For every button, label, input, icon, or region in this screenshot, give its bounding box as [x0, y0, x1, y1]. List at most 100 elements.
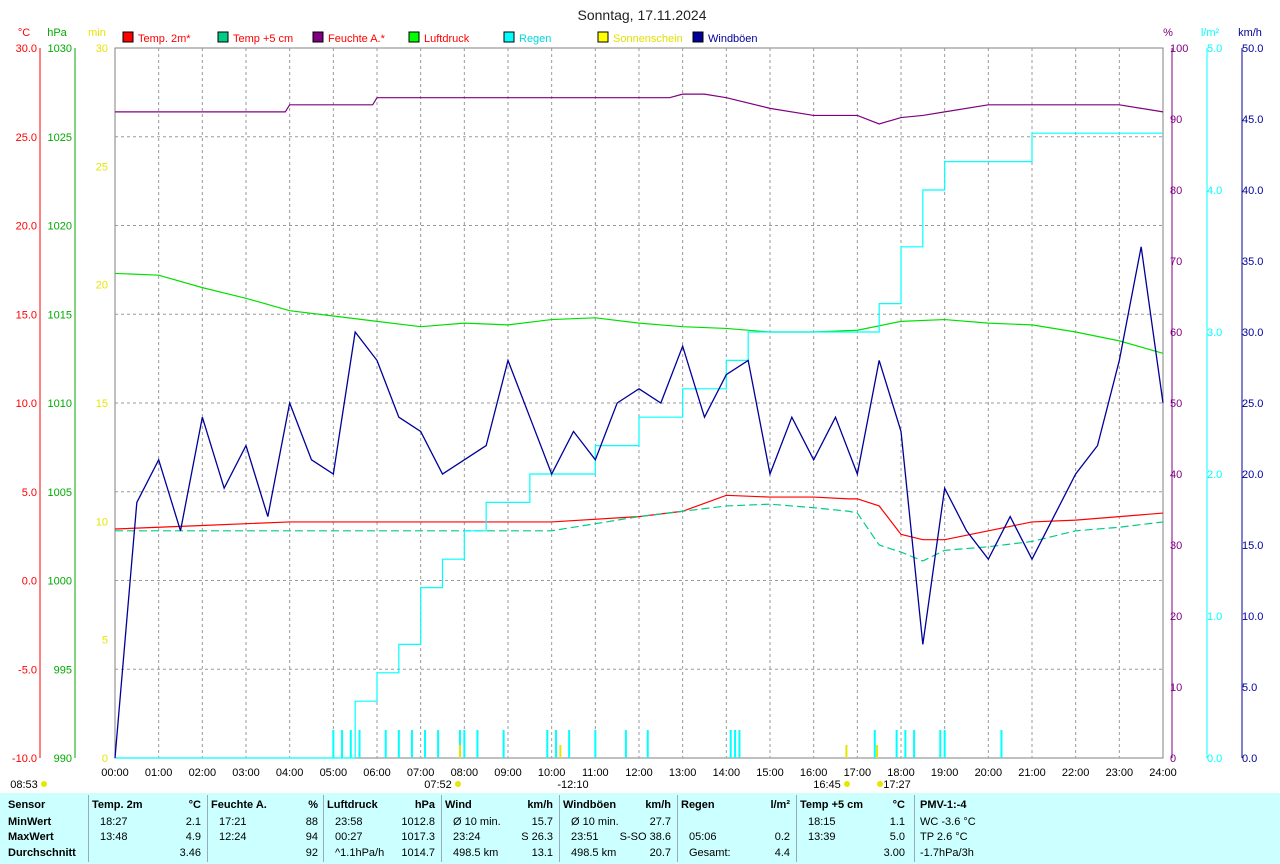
last-sun-icon [877, 781, 883, 787]
max-time: 23:24 [453, 831, 481, 843]
wind-tick-label: 50.0 [1242, 43, 1263, 55]
column-separator [88, 795, 89, 862]
min-value: 27.7 [649, 816, 671, 828]
avg-extra: 498.5 km [453, 847, 499, 859]
max-time: 13:39 [808, 831, 836, 843]
avg-value: 92 [305, 847, 318, 859]
temp-axis-unit: °C [18, 27, 30, 39]
wind-tick-label: 25.0 [1242, 398, 1263, 410]
x-tick-label: 10:00 [538, 767, 566, 779]
x-tick-label: 16:00 [800, 767, 828, 779]
legend-label: Feuchte A.* [328, 33, 386, 45]
legend-label: Temp. 2m* [138, 33, 191, 45]
temp-tick-label: 0.0 [22, 576, 37, 588]
column-header: Wind [445, 799, 472, 811]
sunshine-tick-label: 15 [96, 398, 108, 410]
sun-first-label: 08:53 [10, 779, 38, 791]
humidity-tick-label: 40 [1170, 469, 1182, 481]
pressure-tick-label: 1000 [48, 576, 72, 588]
temp-tick-label: 25.0 [16, 132, 37, 144]
rain-tick-label: 5.0 [1207, 43, 1222, 55]
x-tick-label: 20:00 [975, 767, 1003, 779]
sunshine-tick-label: 5 [102, 635, 108, 647]
column-header: Feuchte A. [211, 799, 267, 811]
x-tick-label: 09:00 [494, 767, 522, 779]
column-separator [914, 795, 915, 862]
column-unit: % [308, 799, 318, 811]
x-tick-label: 18:00 [887, 767, 915, 779]
x-tick-label: 03:00 [232, 767, 260, 779]
column-separator [323, 795, 324, 862]
rain-tick-label: 0.0 [1207, 753, 1222, 765]
humidity-tick-label: 10 [1170, 682, 1182, 694]
sunset-icon [844, 781, 850, 787]
column-header: Luftdruck [327, 799, 378, 811]
avg-value: 4.4 [774, 847, 790, 859]
column-header: Temp. 2m [92, 799, 143, 811]
min-value: 88 [305, 816, 318, 828]
humidity-tick-label: 100 [1170, 43, 1188, 55]
pmv-header: PMV-1:-4 [920, 799, 967, 811]
temp-tick-label: 20.0 [16, 221, 37, 233]
rain-tick-label: 4.0 [1207, 185, 1222, 197]
min-value: 2.1 [185, 816, 201, 828]
x-tick-label: 01:00 [145, 767, 173, 779]
x-tick-label: 06:00 [363, 767, 391, 779]
pressure-tick-label: 1015 [48, 309, 72, 321]
sunrise-icon [455, 781, 461, 787]
pressure-axis-unit: hPa [47, 27, 67, 39]
legend-swatch [503, 31, 515, 43]
x-tick-label: 05:00 [320, 767, 348, 779]
legend-label: Sonnenschein [613, 33, 683, 45]
x-tick-label: 15:00 [756, 767, 784, 779]
legend-swatch [122, 31, 134, 43]
avg-extra: 498.5 km [571, 847, 617, 859]
humidity-tick-label: 0 [1170, 753, 1176, 765]
rain-tick-label: 2.0 [1207, 469, 1222, 481]
min-time: Ø 10 min. [453, 816, 501, 828]
x-tick-label: 17:00 [844, 767, 872, 779]
noon-label: -12:10 [557, 779, 588, 791]
legend-swatch [217, 31, 229, 43]
sensor-header: Sensor [8, 799, 46, 811]
humidity-tick-label: 20 [1170, 611, 1182, 623]
wind-tick-label: 30.0 [1242, 327, 1263, 339]
wind-tick-label: 40.0 [1242, 185, 1263, 197]
wind-tick-label: 45.0 [1242, 114, 1263, 126]
sunset-label: 16:45 [813, 779, 841, 791]
x-tick-label: 24:00 [1149, 767, 1177, 779]
max-time: 13:48 [100, 831, 128, 843]
column-separator [207, 795, 208, 862]
legend-label: Luftdruck [424, 33, 470, 45]
row-label-min: MinWert [8, 816, 52, 828]
wind-tick-label: 5.0 [1242, 682, 1257, 694]
pressure-tick-label: 1030 [48, 43, 72, 55]
min-time: 17:21 [219, 816, 247, 828]
humidity-tick-label: 70 [1170, 256, 1182, 268]
legend-swatch [692, 31, 704, 43]
avg-extra: Gesamt: [689, 847, 731, 859]
column-unit: km/h [645, 799, 671, 811]
avg-value: 3.46 [179, 847, 201, 859]
max-value: 4.9 [185, 831, 201, 843]
series-line [115, 132, 1163, 759]
legend: Temp. 2m* Temp +5 cm Feuchte A.* Luftdruck R… [122, 31, 758, 45]
min-value: 1012.8 [401, 816, 435, 828]
x-tick-label: 14:00 [713, 767, 741, 779]
statistics-table: Sensor MinWert MaxWert Durchschnitt Temp. 2m… [0, 793, 1280, 864]
grid [114, 47, 1164, 759]
column-header: Regen [681, 799, 715, 811]
chart-title: Sonntag, 17.11.2024 [578, 7, 707, 23]
x-tick-label: 07:00 [407, 767, 435, 779]
pressure-tick-label: 995 [54, 664, 72, 676]
humidity-tick-label: 60 [1170, 327, 1182, 339]
sunshine-tick-label: 10 [96, 516, 108, 528]
column-unit: °C [188, 799, 201, 811]
x-tick-label: 23:00 [1106, 767, 1134, 779]
min-time: 18:27 [100, 816, 128, 828]
avg-value: 13.1 [531, 847, 553, 859]
weather-chart: Sonntag, 17.11.2024 Temp. 2m* Temp +5 cm F… [10, 7, 1263, 791]
sunshine-axis-unit: min [88, 27, 106, 39]
column-separator [677, 795, 678, 862]
max-time: 00:27 [335, 831, 363, 843]
